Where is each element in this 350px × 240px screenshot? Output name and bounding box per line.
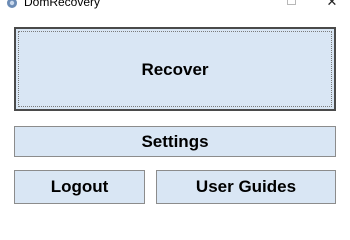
settings-button[interactable]: Settings: [14, 126, 336, 157]
maximize-button[interactable]: [276, 0, 306, 9]
recover-button[interactable]: Recover: [14, 27, 336, 111]
app-logo-icon: [6, 0, 18, 8]
maximize-icon: [286, 0, 296, 5]
settings-button-label: Settings: [141, 132, 209, 151]
close-button[interactable]: ✕: [317, 0, 347, 9]
focus-indicator: [18, 31, 332, 107]
user-guides-button-label: User Guides: [195, 177, 297, 196]
logout-button[interactable]: Logout: [14, 170, 145, 204]
window-title: DomRecovery: [24, 0, 101, 9]
title-bar[interactable]: DomRecovery ✕: [0, 0, 350, 10]
logout-button-label: Logout: [50, 177, 109, 196]
user-guides-button[interactable]: User Guides: [156, 170, 336, 204]
